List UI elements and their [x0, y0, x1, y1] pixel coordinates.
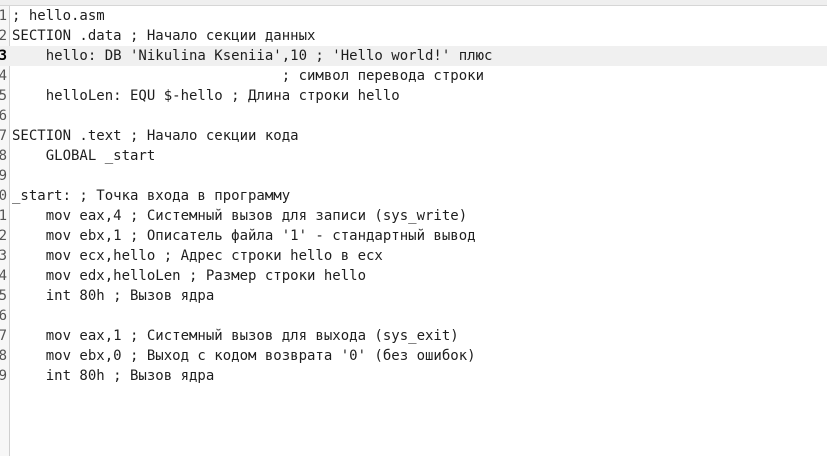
code-line[interactable]: 8 GLOBAL _start	[0, 146, 827, 166]
line-number: 6	[0, 108, 7, 124]
code-line[interactable]: 9	[0, 166, 827, 186]
line-number: 3	[0, 48, 7, 64]
line-number: 7	[0, 128, 7, 144]
line-number: 9	[0, 368, 7, 384]
code-text[interactable]: helloLen: EQU $-hello ; Длина строки hel…	[12, 86, 400, 106]
line-number: 5	[0, 88, 7, 104]
code-line[interactable]: 4 ; символ перевода строки	[0, 66, 827, 86]
code-text[interactable]: SECTION .text ; Начало секции кода	[12, 126, 299, 146]
line-number: 0	[0, 188, 7, 204]
code-text[interactable]: mov ebx,0 ; Выход с кодом возврата '0' (…	[12, 346, 476, 366]
code-line[interactable]: 4 mov edx,helloLen ; Размер строки hello	[0, 266, 827, 286]
code-line[interactable]: 7 mov eax,1 ; Системный вызов для выхода…	[0, 326, 827, 346]
code-line[interactable]: 9 int 80h ; Вызов ядра	[0, 366, 827, 386]
line-number: 8	[0, 348, 7, 364]
code-line[interactable]: 3 hello: DB 'Nikulina Kseniia',10 ; 'Hel…	[0, 46, 827, 66]
code-text[interactable]: mov ecx,hello ; Адрес строки hello в ecx	[12, 246, 383, 266]
code-line[interactable]: 6	[0, 106, 827, 126]
line-number: 2	[0, 228, 7, 244]
code-line[interactable]: 1 mov eax,4 ; Системный вызов для записи…	[0, 206, 827, 226]
line-number: 5	[0, 288, 7, 304]
line-number: 9	[0, 168, 7, 184]
code-line[interactable]: 5 int 80h ; Вызов ядра	[0, 286, 827, 306]
code-editor[interactable]: 1 ; hello.asm 2 SECTION .data ; Начало секц…	[0, 0, 827, 456]
line-number: 7	[0, 328, 7, 344]
line-number: 4	[0, 68, 7, 84]
code-text[interactable]: ; символ перевода строки	[12, 66, 484, 86]
code-text[interactable]: mov ebx,1 ; Описатель файла '1' - станда…	[12, 226, 476, 246]
line-number: 1	[0, 208, 7, 224]
code-text[interactable]: mov edx,helloLen ; Размер строки hello	[12, 266, 366, 286]
line-number: 6	[0, 308, 7, 324]
line-number: 4	[0, 268, 7, 284]
code-text[interactable]: ; hello.asm	[12, 6, 105, 26]
code-text[interactable]: mov eax,1 ; Системный вызов для выхода (…	[12, 326, 459, 346]
line-number: 3	[0, 248, 7, 264]
code-line[interactable]: 8 mov ebx,0 ; Выход с кодом возврата '0'…	[0, 346, 827, 366]
code-text[interactable]: hello: DB 'Nikulina Kseniia',10 ; 'Hello…	[12, 46, 493, 66]
line-number: 8	[0, 148, 7, 164]
code-text[interactable]: GLOBAL _start	[12, 146, 156, 166]
code-line[interactable]: 6	[0, 306, 827, 326]
code-line[interactable]: 1 ; hello.asm	[0, 6, 827, 26]
code-line[interactable]: 0 _start: ; Точка входа в программу	[0, 186, 827, 206]
code-line[interactable]: 7 SECTION .text ; Начало секции кода	[0, 126, 827, 146]
code-line[interactable]: 2 mov ebx,1 ; Описатель файла '1' - стан…	[0, 226, 827, 246]
line-number: 1	[0, 8, 7, 24]
code-text[interactable]: SECTION .data ; Начало секции данных	[12, 26, 315, 46]
code-line[interactable]: 5 helloLen: EQU $-hello ; Длина строки h…	[0, 86, 827, 106]
code-area[interactable]: 1 ; hello.asm 2 SECTION .data ; Начало секц…	[0, 6, 827, 386]
code-text[interactable]: int 80h ; Вызов ядра	[12, 366, 215, 386]
line-number: 2	[0, 28, 7, 44]
code-line[interactable]: 2 SECTION .data ; Начало секции данных	[0, 26, 827, 46]
code-text[interactable]: _start: ; Точка входа в программу	[12, 186, 290, 206]
code-text[interactable]: mov eax,4 ; Системный вызов для записи (…	[12, 206, 467, 226]
code-text[interactable]: int 80h ; Вызов ядра	[12, 286, 215, 306]
code-line[interactable]: 3 mov ecx,hello ; Адрес строки hello в e…	[0, 246, 827, 266]
